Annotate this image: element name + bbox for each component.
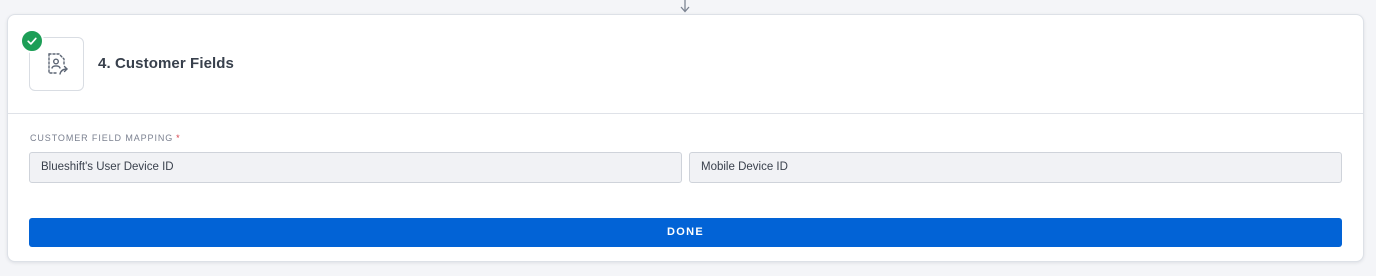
step-card-header[interactable]: 4. Customer Fields [8, 15, 1363, 114]
step-title: 4. Customer Fields [98, 55, 235, 72]
step-card-customer-fields: 4. Customer Fields CUSTOMER FIELD MAPPIN… [7, 14, 1364, 262]
source-field-input[interactable]: Blueshift's User Device ID [29, 152, 682, 183]
destination-field-input[interactable]: Mobile Device ID [689, 152, 1342, 183]
completed-status-badge [20, 29, 44, 53]
contact-mapping-icon [47, 53, 68, 75]
flow-connector-arrow-icon [680, 0, 690, 13]
field-label-text: CUSTOMER FIELD MAPPING [30, 133, 174, 143]
done-button[interactable]: DONE [29, 218, 1342, 247]
required-marker: * [176, 133, 181, 143]
check-icon [27, 37, 37, 45]
customer-field-mapping-label: CUSTOMER FIELD MAPPING * [30, 133, 181, 143]
